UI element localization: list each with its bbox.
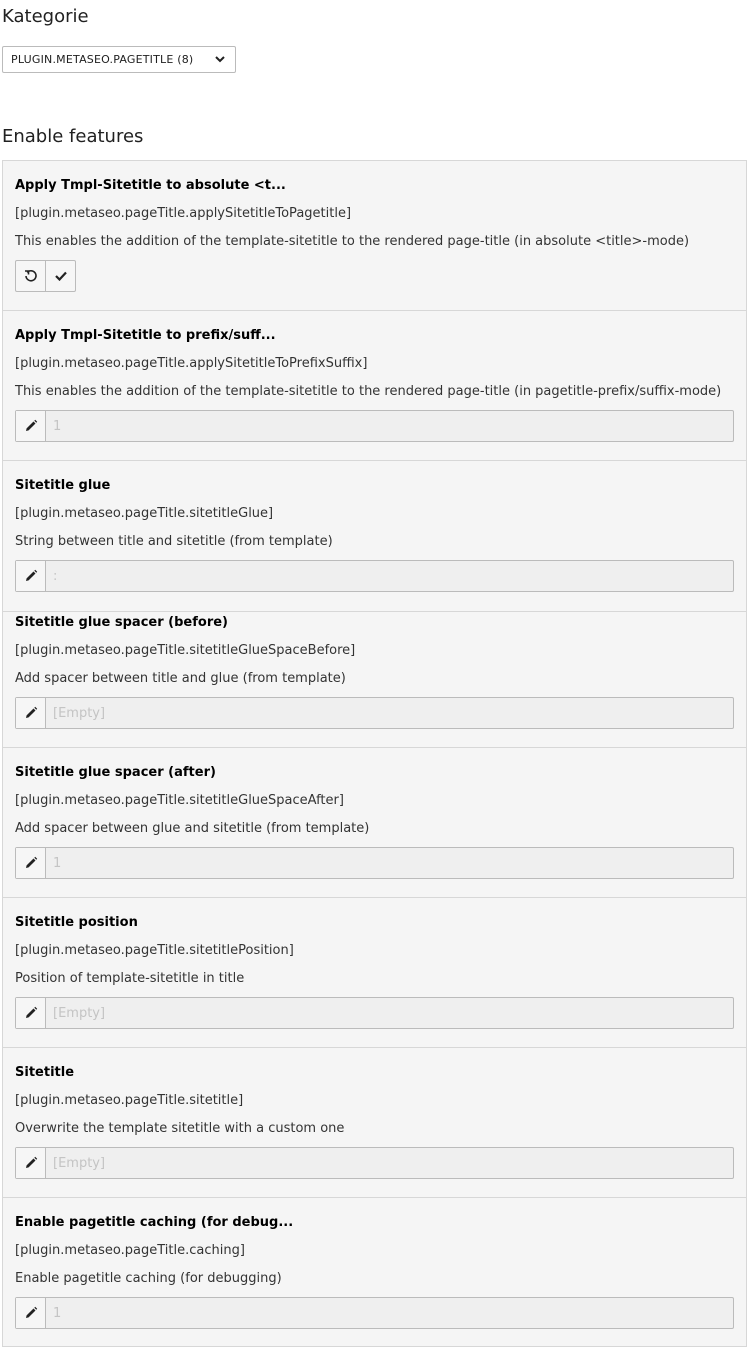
undo-icon[interactable] [16, 261, 45, 291]
pencil-icon[interactable] [16, 698, 46, 728]
setting-title: Sitetitle [15, 1065, 75, 1080]
setting-value[interactable]: 1 [46, 1298, 733, 1328]
setting-title: Sitetitle position [15, 915, 138, 930]
setting-value[interactable]: : [46, 561, 733, 591]
setting-description: Overwrite the template sitetitle with a … [15, 1121, 345, 1136]
setting-title: Apply Tmpl-Sitetitle to prefix/suff... [15, 328, 276, 343]
setting-value[interactable]: [Empty] [46, 998, 733, 1028]
setting-description: Enable pagetitle caching (for debugging) [15, 1271, 282, 1286]
setting-description: Add spacer between title and glue (from … [15, 671, 346, 686]
setting-title: Enable pagetitle caching (for debug... [15, 1215, 294, 1230]
setting-value[interactable]: [Empty] [46, 1148, 733, 1178]
category-select[interactable]: PLUGIN.METASEO.PAGETITLE (8) [2, 46, 236, 73]
setting-button-group [15, 260, 76, 292]
setting-title: Sitetitle glue spacer (before) [15, 615, 228, 630]
setting-description: String between title and sitetitle (from… [15, 534, 333, 549]
setting-title: Sitetitle glue spacer (after) [15, 765, 216, 780]
setting-value[interactable]: 1 [46, 848, 733, 878]
pencil-icon[interactable] [16, 1298, 46, 1328]
pencil-icon[interactable] [16, 848, 46, 878]
setting-key: [plugin.metaseo.pageTitle.sitetitleGlue] [15, 506, 274, 521]
setting-input-group: [Empty] [15, 997, 734, 1029]
pencil-icon[interactable] [16, 1148, 46, 1178]
setting-title: Sitetitle glue [15, 478, 111, 493]
setting-input-group: 1 [15, 847, 734, 879]
setting-key: [plugin.metaseo.pageTitle.applySitetitle… [15, 206, 352, 221]
pencil-icon[interactable] [16, 411, 46, 441]
setting-key: [plugin.metaseo.pageTitle.sitetitlePosit… [15, 943, 294, 958]
setting-panel: Sitetitle [plugin.metaseo.pageTitle.site… [2, 1047, 747, 1198]
setting-key: [plugin.metaseo.pageTitle.sitetitle] [15, 1093, 244, 1108]
category-heading: Kategorie [2, 6, 89, 27]
category-select-value: PLUGIN.METASEO.PAGETITLE (8) [11, 53, 194, 66]
setting-panel: Sitetitle glue spacer (after) [plugin.me… [2, 747, 747, 898]
setting-value[interactable]: [Empty] [46, 698, 733, 728]
setting-input-group: [Empty] [15, 697, 734, 729]
setting-description: This enables the addition of the templat… [15, 384, 722, 399]
setting-input-group: 1 [15, 1297, 734, 1329]
setting-description: Add spacer between glue and sitetitle (f… [15, 821, 370, 836]
setting-description: This enables the addition of the templat… [15, 234, 690, 249]
setting-value[interactable]: 1 [46, 411, 733, 441]
setting-panel: Sitetitle glue spacer (before) [plugin.m… [2, 611, 747, 748]
setting-input-group: 1 [15, 410, 734, 442]
setting-panel: Apply Tmpl-Sitetitle to prefix/suff... [… [2, 310, 747, 461]
setting-panel: Sitetitle glue [plugin.metaseo.pageTitle… [2, 460, 747, 612]
section-heading: Enable features [2, 126, 144, 147]
setting-key: [plugin.metaseo.pageTitle.caching] [15, 1243, 245, 1258]
setting-input-group: [Empty] [15, 1147, 734, 1179]
setting-description: Position of template-sitetitle in title [15, 971, 245, 986]
checkmark-icon[interactable] [45, 261, 75, 291]
pencil-icon[interactable] [16, 561, 46, 591]
setting-key: [plugin.metaseo.pageTitle.sitetitleGlueS… [15, 643, 356, 658]
setting-panel: Enable pagetitle caching (for debug... [… [2, 1197, 747, 1347]
setting-panel: Apply Tmpl-Sitetitle to absolute <t... [… [2, 160, 747, 311]
setting-key: [plugin.metaseo.pageTitle.sitetitleGlueS… [15, 793, 344, 808]
pencil-icon[interactable] [16, 998, 46, 1028]
setting-input-group: : [15, 560, 734, 592]
setting-panel: Sitetitle position [plugin.metaseo.pageT… [2, 897, 747, 1048]
chevron-down-icon [213, 53, 227, 67]
setting-title: Apply Tmpl-Sitetitle to absolute <t... [15, 178, 286, 193]
setting-key: [plugin.metaseo.pageTitle.applySitetitle… [15, 356, 368, 371]
